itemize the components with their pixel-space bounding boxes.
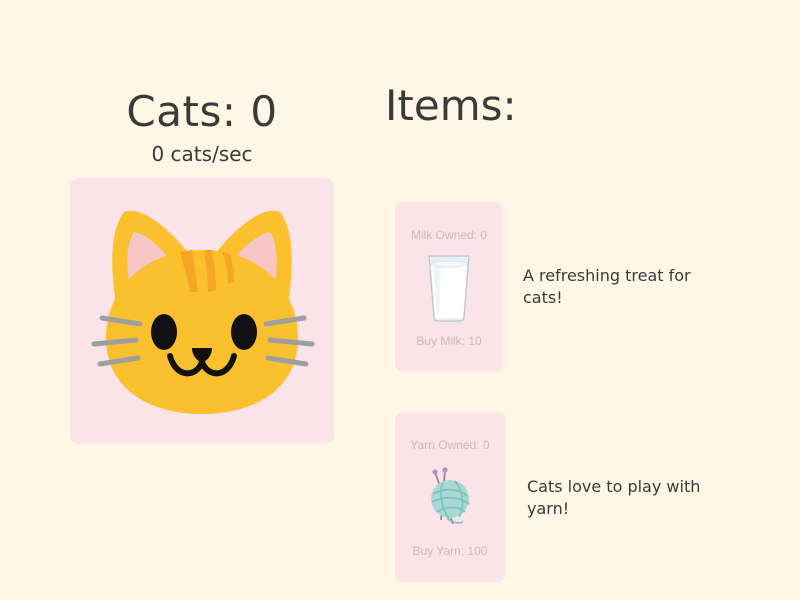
milk-description: A refreshing treat for cats!: [523, 266, 691, 307]
buy-yarn-label: Buy Yarn: 100: [412, 544, 488, 558]
cats-per-second: 0 cats/sec: [151, 142, 253, 166]
buy-milk-label: Buy Milk: 10: [416, 334, 482, 348]
items-title: Items:: [385, 81, 517, 130]
game-screen: Cats: 0 0 cats/sec Items: Milk Owned: 0 …: [0, 0, 800, 600]
cat-click-button[interactable]: [70, 178, 334, 444]
yarn-item-button[interactable]: Yarn Owned: 0 Buy Yarn: 100: [395, 412, 505, 582]
milk-owned-label: Milk Owned: 0: [410, 228, 488, 242]
milk-glass-icon: [419, 252, 479, 322]
yarn-owned-label: Yarn Owned: 0: [410, 438, 490, 452]
yarn-description: Cats love to play with yarn!: [527, 477, 701, 518]
milk-item-button[interactable]: Milk Owned: 0 Buy Milk: 10: [395, 202, 503, 372]
cat-count: Cats: 0: [126, 87, 278, 136]
cat-face-icon: [91, 210, 315, 414]
yarn-ball-icon: [419, 462, 479, 532]
